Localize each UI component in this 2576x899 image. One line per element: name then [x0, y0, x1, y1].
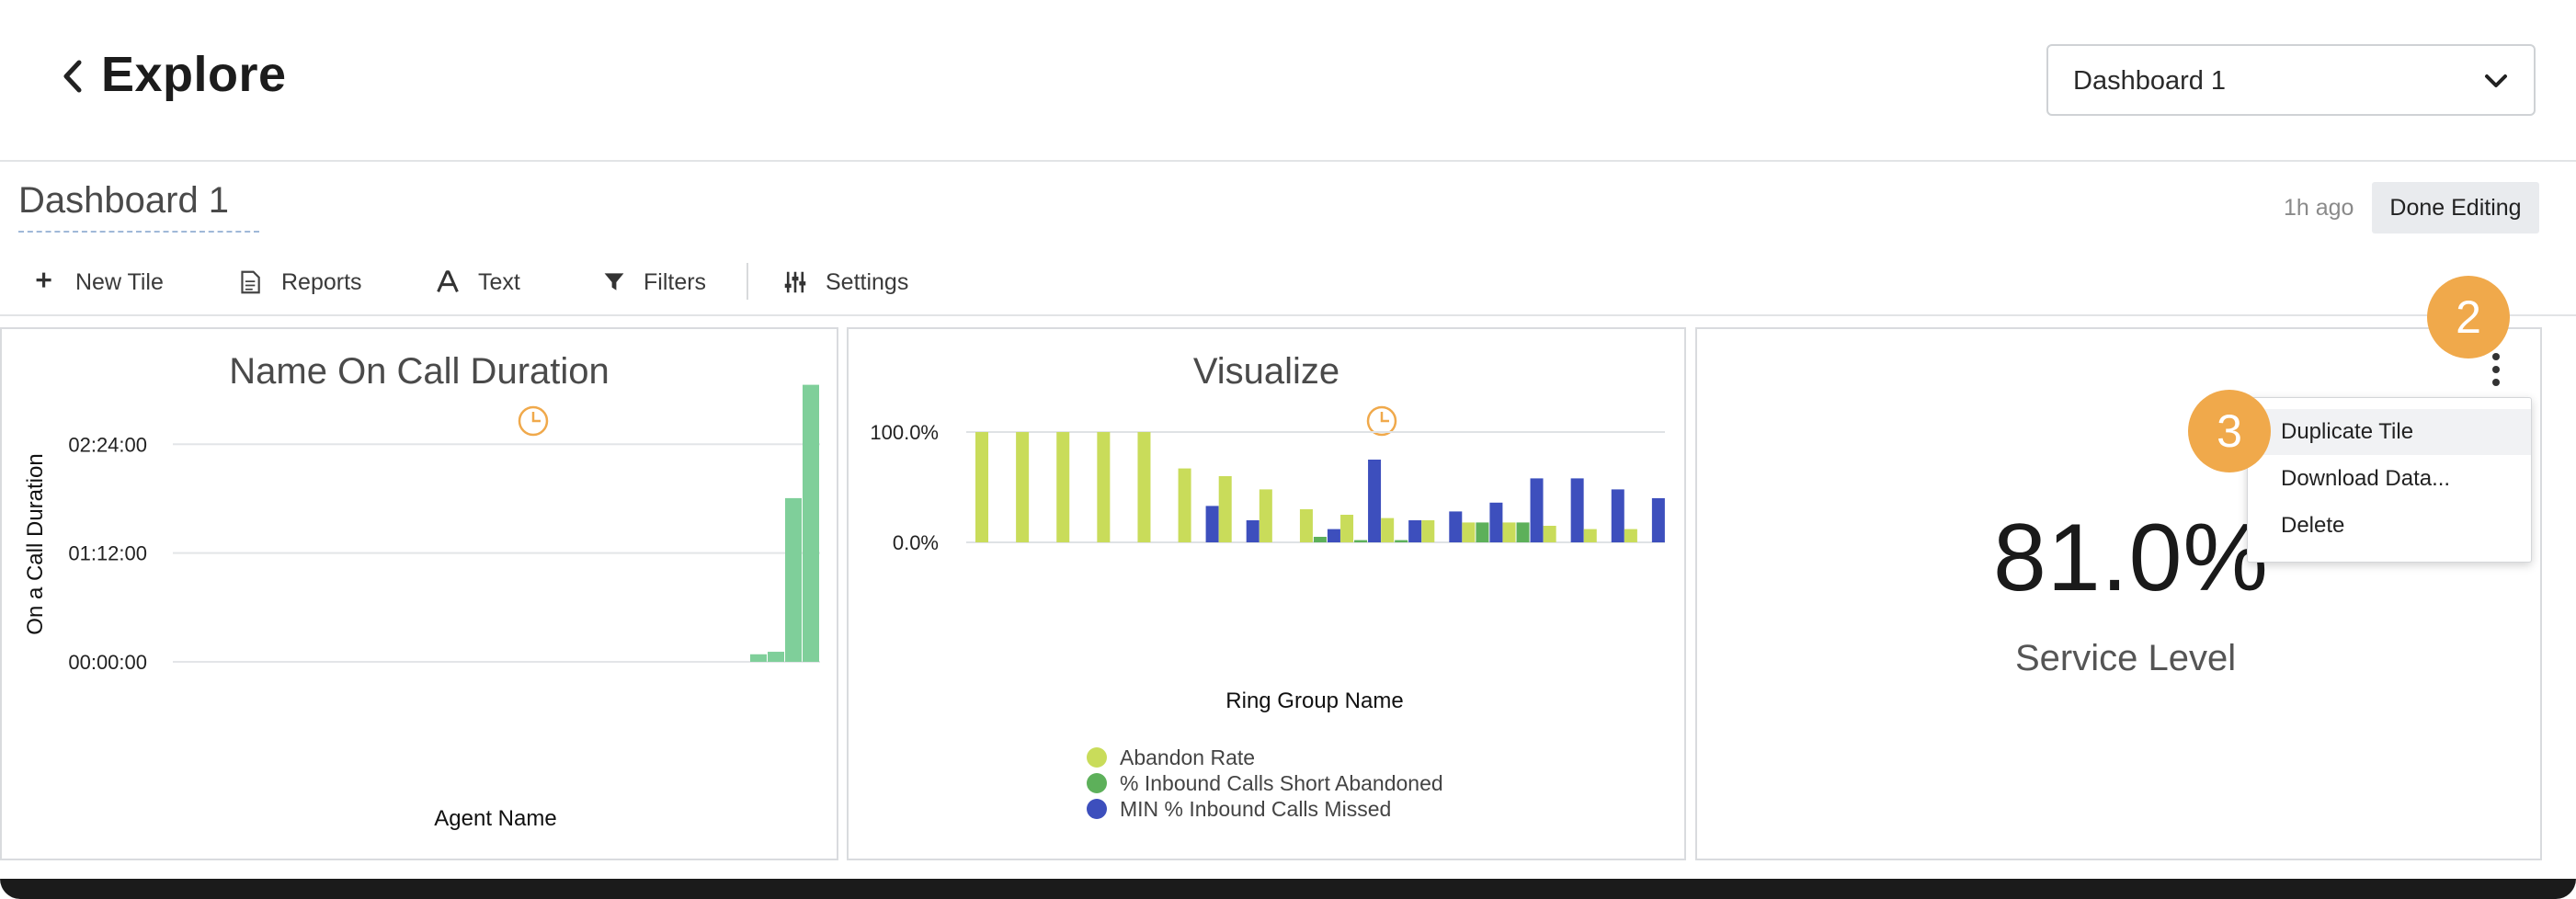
kpi-label: Service Level	[2015, 638, 2237, 678]
bar	[1530, 478, 1544, 542]
document-icon	[241, 270, 260, 294]
legend-label: % Inbound Calls Short Abandoned	[1120, 770, 1443, 795]
bar	[1097, 432, 1111, 542]
dashboard-select[interactable]: Dashboard 1	[2046, 44, 2536, 116]
bar	[803, 384, 819, 662]
legend-item: Abandon Rate	[1087, 745, 1443, 770]
legend-swatch	[1087, 799, 1107, 819]
window-bottom-edge	[0, 879, 2576, 899]
bar	[1246, 520, 1260, 542]
call-duration-chart: 00:00:00 01:12:00 02:24:00 On a Call Durat…	[23, 384, 820, 831]
back-button[interactable]	[57, 53, 86, 99]
dashboard-name-field[interactable]: Dashboard 1	[18, 180, 259, 233]
bar	[975, 432, 988, 542]
new-tile-label: New Tile	[75, 268, 164, 295]
reports-label: Reports	[281, 268, 362, 295]
filter-icon	[604, 273, 624, 290]
page-title: Explore	[101, 47, 287, 102]
bar	[1056, 432, 1070, 542]
bar	[1624, 529, 1637, 542]
last-updated-text: 1h ago	[2284, 195, 2354, 221]
sliders-icon	[784, 271, 806, 293]
legend-swatch	[1087, 747, 1107, 768]
dashboard-select-value: Dashboard 1	[2073, 66, 2227, 96]
chart-legend: Abandon Rate % Inbound Calls Short Aband…	[1087, 745, 1443, 822]
bar	[1368, 460, 1382, 542]
plus-icon	[36, 272, 51, 288]
bar	[1313, 537, 1327, 542]
text-format-icon	[437, 270, 459, 293]
bar	[1583, 529, 1597, 542]
reports-button[interactable]: Reports	[239, 267, 362, 298]
filters-button[interactable]: Filters	[603, 267, 706, 298]
duplicate-tile-menu-item[interactable]: Duplicate Tile	[2248, 409, 2531, 455]
new-tile-button[interactable]: New Tile	[35, 267, 164, 298]
bar	[1516, 522, 1530, 542]
chevron-left-icon	[63, 60, 82, 93]
bar	[1299, 509, 1313, 542]
delete-menu-item[interactable]: Delete	[2248, 503, 2531, 549]
bar	[768, 652, 784, 662]
filters-label: Filters	[644, 268, 707, 295]
bar	[785, 497, 802, 662]
bar	[1421, 520, 1435, 542]
step-badge-2: 2	[2427, 276, 2510, 358]
x-axis-title: Ring Group Name	[1225, 688, 1403, 713]
dashboard-toolbar: New Tile Reports Text Filters Settings	[0, 246, 2576, 316]
bar	[1543, 526, 1556, 542]
bar	[1395, 540, 1408, 542]
legend-label: MIN % Inbound Calls Missed	[1120, 796, 1392, 821]
bar	[1340, 515, 1354, 542]
bar	[1354, 540, 1368, 542]
y-tick-label: 02:24:00	[68, 433, 147, 456]
bar	[1651, 498, 1665, 542]
download-data-menu-item[interactable]: Download Data...	[2248, 456, 2531, 502]
bar	[750, 654, 767, 662]
legend-swatch	[1087, 773, 1107, 793]
bar	[1205, 506, 1219, 542]
app-window: Explore Dashboard 1 Dashboard 1 1h ago D…	[0, 0, 2576, 899]
settings-button[interactable]: Settings	[783, 267, 908, 298]
legend-item: % Inbound Calls Short Abandoned	[1087, 770, 1443, 796]
bar	[1570, 478, 1584, 542]
bar	[1016, 432, 1030, 542]
bar	[1137, 432, 1151, 542]
top-header: Explore Dashboard 1	[0, 0, 2576, 162]
bar	[1381, 518, 1395, 542]
visualize-chart: 100.0% 0.0% Ring Group Name	[870, 421, 1665, 713]
chevron-down-icon	[2485, 74, 2507, 87]
bar	[1476, 522, 1489, 542]
done-editing-button[interactable]: Done Editing	[2372, 182, 2539, 233]
x-axis-title: Agent Name	[434, 806, 556, 831]
legend-label: Abandon Rate	[1120, 745, 1256, 769]
bar	[1611, 489, 1624, 542]
y-tick-label: 01:12:00	[68, 542, 147, 565]
bar	[1218, 476, 1232, 542]
legend-item: MIN % Inbound Calls Missed	[1087, 796, 1443, 822]
bar	[1178, 468, 1191, 542]
toolbar-divider	[747, 263, 748, 300]
bar	[1327, 529, 1340, 542]
kpi-value: 81.0%	[1993, 505, 2269, 611]
bar	[1259, 489, 1272, 542]
step-badge-3: 3	[2188, 390, 2271, 472]
y-tick-label: 100.0%	[870, 421, 939, 444]
settings-label: Settings	[826, 268, 909, 295]
bar	[1502, 522, 1516, 542]
text-button[interactable]: Text	[436, 267, 520, 298]
tile-context-menu: Duplicate Tile Download Data... Delete	[2247, 397, 2532, 563]
bar	[1462, 522, 1476, 542]
bar	[1489, 502, 1503, 542]
bar	[1408, 520, 1422, 542]
text-label: Text	[478, 268, 520, 295]
bar	[1449, 511, 1463, 542]
y-axis-title: On a Call Duration	[23, 453, 48, 634]
y-tick-label: 0.0%	[893, 531, 939, 554]
y-tick-label: 00:00:00	[68, 651, 147, 674]
